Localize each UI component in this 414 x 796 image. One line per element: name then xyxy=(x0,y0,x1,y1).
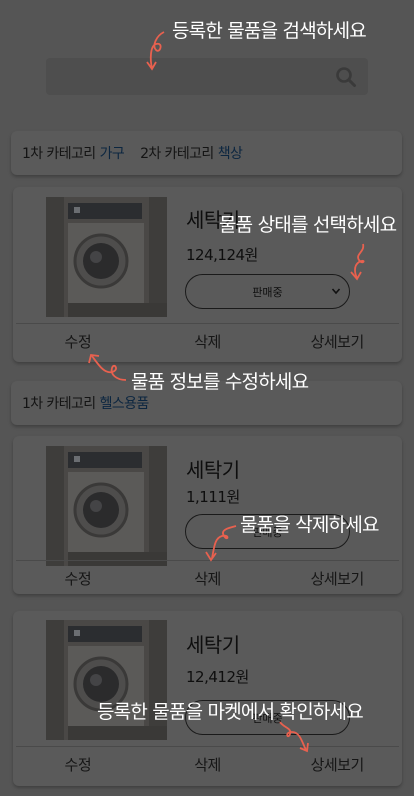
second-category-label: 2차 카테고리 xyxy=(140,146,214,162)
tip-edit: 물품 정보를 수정하세요 xyxy=(131,371,309,393)
product-thumbnail[interactable] xyxy=(46,197,167,317)
tip-delete: 물품을 삭제하세요 xyxy=(240,514,379,536)
chevron-down-icon xyxy=(331,288,341,295)
edit-button[interactable]: 수정 xyxy=(13,747,143,781)
arrow-icon xyxy=(350,243,365,281)
edit-button[interactable]: 수정 xyxy=(13,561,143,595)
delete-button[interactable]: 삭제 xyxy=(143,324,273,358)
first-category-label: 1차 카테고리 xyxy=(22,396,96,412)
status-value: 판매중 xyxy=(252,285,283,299)
product-price: 1,111원 xyxy=(186,488,240,506)
first-category-value[interactable]: 가구 xyxy=(100,143,125,163)
second-category-value[interactable]: 책상 xyxy=(218,143,243,163)
status-select[interactable]: 판매중 xyxy=(185,274,350,309)
arrow-icon xyxy=(88,354,127,381)
detail-button[interactable]: 상세보기 xyxy=(272,324,402,358)
category-bar-primary: 1차 카테고리 가구 2차 카테고리 책상 xyxy=(11,131,402,175)
product-thumbnail[interactable] xyxy=(46,446,167,566)
tip-market: 등록한 물품을 마켓에서 확인하세요 xyxy=(97,701,364,723)
product-actions: 수정 삭제 상세보기 xyxy=(13,561,402,595)
delete-button[interactable]: 삭제 xyxy=(143,747,273,781)
delete-button[interactable]: 삭제 xyxy=(143,561,273,595)
search-bar xyxy=(46,58,368,95)
product-title: 세탁기 xyxy=(186,458,240,482)
product-title: 세탁기 xyxy=(186,633,240,657)
arrow-icon xyxy=(146,31,165,71)
search-input[interactable] xyxy=(46,58,326,95)
product-price: 12,412원 xyxy=(186,668,249,686)
arrow-icon xyxy=(205,525,237,562)
product-management-page: 1차 카테고리 가구 2차 카테고리 책상 세탁기 124,124원 판매중 수… xyxy=(0,0,414,796)
first-category-value[interactable]: 헬스용품 xyxy=(100,393,150,413)
product-price: 124,124원 xyxy=(186,246,258,264)
tip-search: 등록한 물품을 검색하세요 xyxy=(172,20,367,42)
arrow-icon xyxy=(279,721,309,753)
search-icon[interactable] xyxy=(334,65,358,89)
detail-button[interactable]: 상세보기 xyxy=(272,561,402,595)
product-actions: 수정 삭제 상세보기 xyxy=(13,747,402,781)
product-actions: 수정 삭제 상세보기 xyxy=(13,324,402,358)
first-category-label: 1차 카테고리 xyxy=(22,146,96,162)
tip-status: 물품 상태를 선택하세요 xyxy=(219,214,397,236)
